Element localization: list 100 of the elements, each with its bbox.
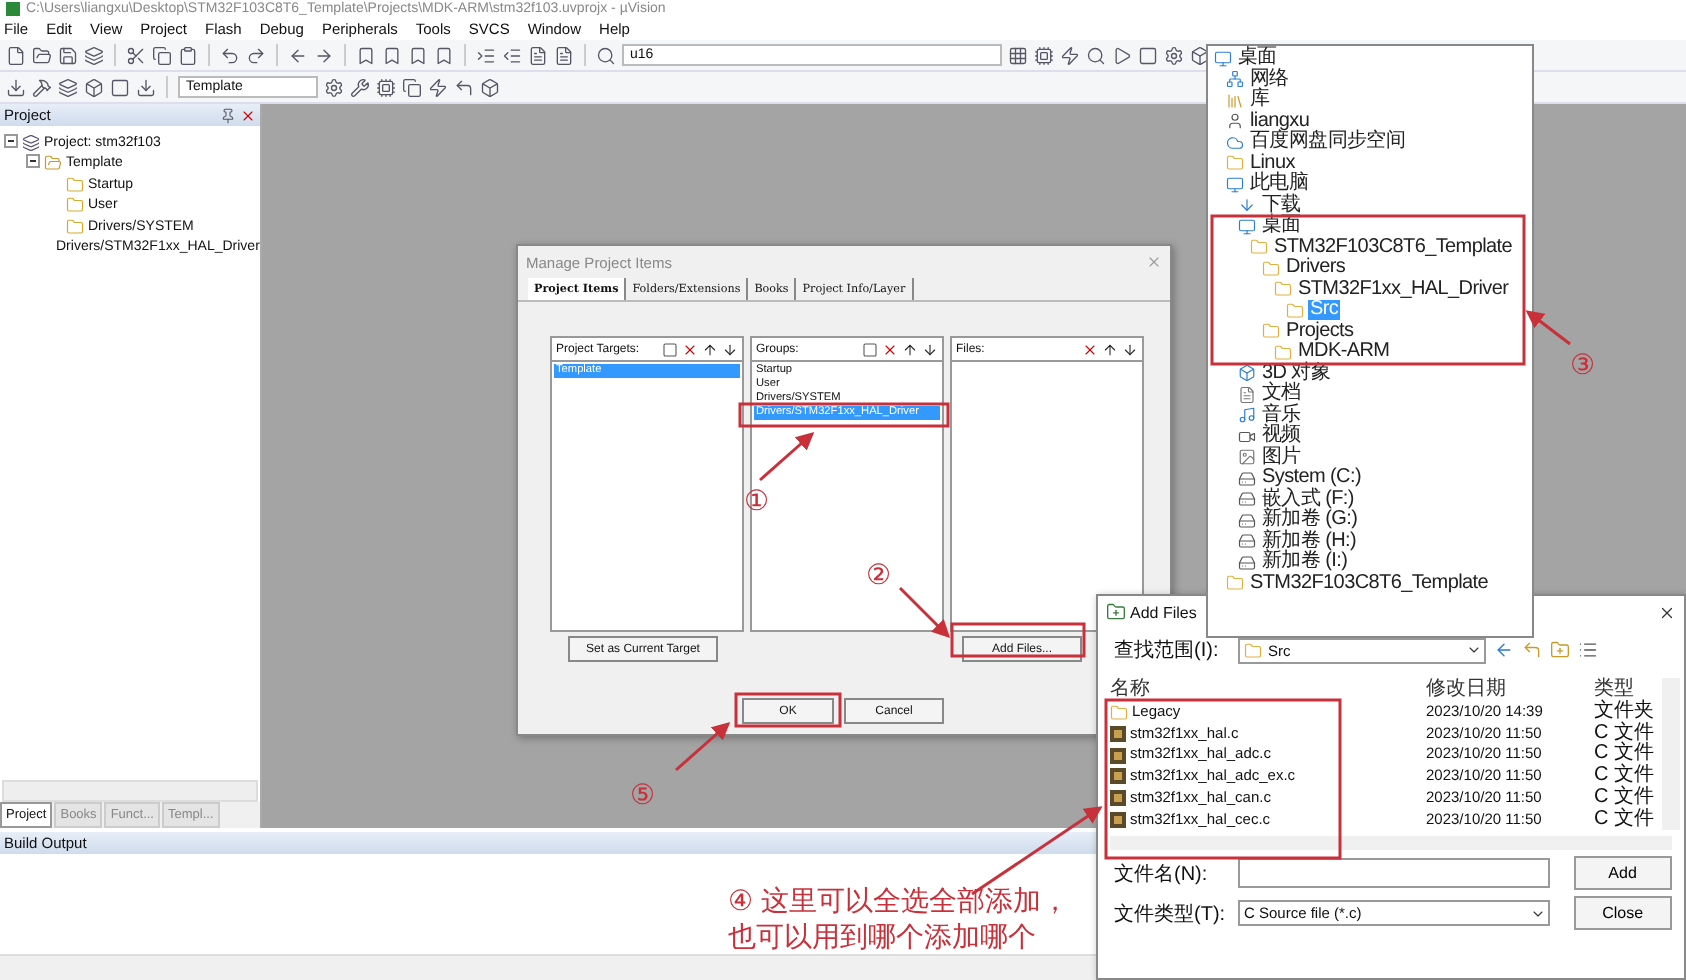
redo-icon[interactable] <box>246 45 266 65</box>
folder-option[interactable]: 百度网盘同步空间 <box>1248 132 1408 153</box>
wrench-icon[interactable] <box>350 77 370 97</box>
move-up-icon[interactable] <box>1102 341 1118 357</box>
save-icon[interactable] <box>58 45 78 65</box>
column-header[interactable]: 类型 <box>1594 678 1662 702</box>
folder-option[interactable]: 桌面 <box>1236 48 1279 69</box>
box-icon[interactable] <box>480 77 500 97</box>
copy-icon[interactable] <box>152 45 172 65</box>
folder-option[interactable]: 网络 <box>1248 69 1291 90</box>
folder-option[interactable]: 视频 <box>1260 426 1303 447</box>
new-file-icon[interactable] <box>6 45 26 65</box>
folder-option[interactable]: 文档 <box>1260 384 1303 405</box>
folder-option[interactable]: 嵌入式 (F:) <box>1260 489 1356 510</box>
settings-icon[interactable] <box>324 77 344 97</box>
folder-icon[interactable] <box>1106 602 1126 622</box>
close-icon[interactable] <box>1658 603 1676 621</box>
folder-option[interactable]: 新加卷 (H:) <box>1260 531 1359 552</box>
chip-icon[interactable] <box>1034 45 1054 65</box>
download-icon[interactable] <box>1238 196 1256 215</box>
move-up-icon[interactable] <box>702 341 718 357</box>
delete-icon[interactable] <box>682 341 698 357</box>
lightning-icon[interactable] <box>1060 45 1080 65</box>
move-down-icon[interactable] <box>722 341 738 357</box>
document-icon[interactable] <box>1238 385 1256 404</box>
folder-option[interactable]: 此电脑 <box>1248 174 1311 195</box>
collapse-icon[interactable] <box>26 154 40 169</box>
move-down-icon[interactable] <box>1122 341 1138 357</box>
build-icon[interactable] <box>32 77 52 97</box>
collapse-icon[interactable] <box>4 133 18 148</box>
move-down-icon[interactable] <box>922 341 938 357</box>
folder-option[interactable]: STM32F1xx_HAL_Driver <box>1296 279 1511 300</box>
undo-icon[interactable] <box>220 45 240 65</box>
image-icon[interactable] <box>1238 448 1256 467</box>
stop-icon[interactable] <box>1138 45 1158 65</box>
folder-option[interactable]: 新加卷 (I:) <box>1260 552 1350 573</box>
move-up-icon[interactable] <box>902 341 918 357</box>
box-icon[interactable] <box>1190 45 1210 65</box>
new-item-icon[interactable] <box>662 341 678 357</box>
delete-icon[interactable] <box>1082 341 1098 357</box>
cube-icon[interactable] <box>1238 364 1256 383</box>
chip-icon[interactable] <box>376 77 396 97</box>
search-icon[interactable] <box>1086 45 1106 65</box>
monitor-icon[interactable] <box>1214 49 1232 68</box>
folder-option[interactable]: 库 <box>1248 90 1272 111</box>
back-icon[interactable] <box>288 45 308 65</box>
back-icon[interactable] <box>1494 640 1514 660</box>
network-icon[interactable] <box>1226 70 1244 89</box>
folder-option[interactable]: Drivers <box>1284 258 1348 279</box>
user-icon[interactable] <box>1226 112 1244 131</box>
return-icon[interactable] <box>454 77 474 97</box>
grid-icon[interactable] <box>1008 45 1028 65</box>
music-icon[interactable] <box>1238 406 1256 425</box>
download-icon[interactable] <box>6 77 26 97</box>
scrollbar[interactable] <box>1110 836 1672 851</box>
new-item-icon[interactable] <box>862 341 878 357</box>
dropdown-icon[interactable] <box>1466 642 1482 658</box>
new-folder-icon[interactable] <box>1550 640 1570 660</box>
column-header[interactable]: 名称 <box>1110 678 1426 702</box>
outdent-icon[interactable] <box>502 45 522 65</box>
folder-option[interactable]: Linux <box>1248 153 1297 174</box>
up-folder-icon[interactable] <box>1522 640 1542 660</box>
settings-icon[interactable] <box>1164 45 1184 65</box>
delete-icon[interactable] <box>882 341 898 357</box>
computer-icon[interactable] <box>1226 175 1244 194</box>
folder-option[interactable]: 图片 <box>1260 447 1303 468</box>
copy-icon[interactable] <box>402 77 422 97</box>
drive-icon[interactable] <box>1238 490 1256 509</box>
folder-option[interactable]: STM32F103C8T6_Template <box>1248 573 1491 594</box>
lightning-icon[interactable] <box>428 77 448 97</box>
folder-option[interactable]: System (C:) <box>1260 468 1363 489</box>
folder-option[interactable]: Projects <box>1284 321 1356 342</box>
search-icon[interactable] <box>596 45 616 65</box>
drive-icon[interactable] <box>1238 532 1256 551</box>
cloud-icon[interactable] <box>1226 133 1244 152</box>
scrollbar[interactable] <box>2 780 258 802</box>
pin-icon[interactable] <box>220 107 236 123</box>
monitor-icon[interactable] <box>1238 217 1256 236</box>
folder-option[interactable]: 新加卷 (G:) <box>1260 510 1360 531</box>
folder-option[interactable]: MDK-ARM <box>1296 342 1392 363</box>
drive-icon[interactable] <box>1238 469 1256 488</box>
indent-icon[interactable] <box>476 45 496 65</box>
add-button[interactable]: Add <box>1573 856 1672 891</box>
view-menu-icon[interactable] <box>1578 640 1598 660</box>
cut-icon[interactable] <box>126 45 146 65</box>
stop-icon[interactable] <box>110 77 130 97</box>
folder-option[interactable]: 下载 <box>1260 195 1303 216</box>
column-header[interactable]: 修改日期 <box>1426 678 1594 702</box>
close-button[interactable]: Close <box>1573 896 1672 931</box>
folder-option[interactable]: liangxu <box>1248 111 1312 132</box>
drive-icon[interactable] <box>1238 553 1256 572</box>
forward-icon[interactable] <box>314 45 334 65</box>
folder-option[interactable]: STM32F103C8T6_Template <box>1272 237 1515 258</box>
folder-option[interactable]: 音乐 <box>1260 405 1303 426</box>
paste-icon[interactable] <box>178 45 198 65</box>
drive-icon[interactable] <box>1238 511 1256 530</box>
open-folder-icon[interactable] <box>32 45 52 65</box>
file-name-field[interactable] <box>1238 858 1550 889</box>
play-icon[interactable] <box>1112 45 1132 65</box>
video-icon[interactable] <box>1238 427 1256 446</box>
